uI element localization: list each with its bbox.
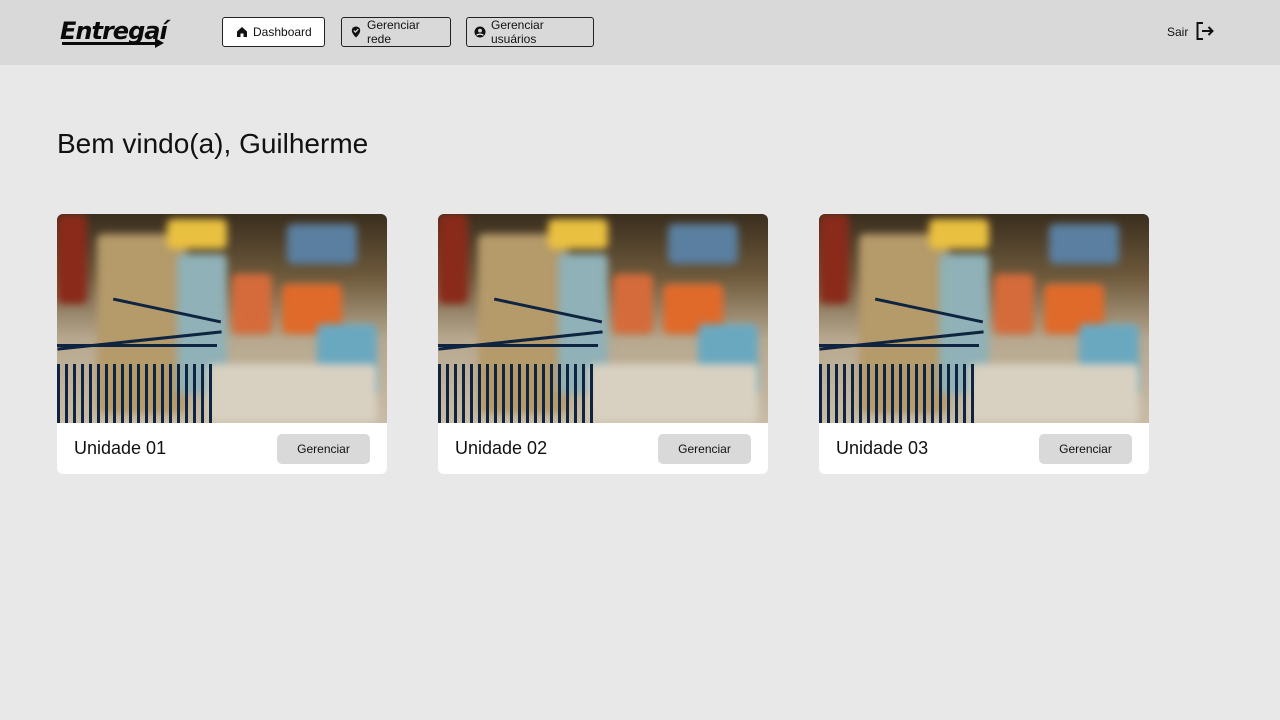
unit-card-image [57,214,387,423]
unit-card-image [819,214,1149,423]
manage-unit-button[interactable]: Gerenciar [277,434,370,464]
unit-card-footer: Unidade 02 Gerenciar [438,423,768,474]
manage-unit-button[interactable]: Gerenciar [1039,434,1132,464]
logout-icon [1195,21,1215,44]
home-icon [236,26,248,38]
logo-arrow-icon [155,38,164,48]
top-navigation-bar: Entregaí Dashboard Gerenciar rede Gerenc… [0,0,1280,65]
nav-manage-network-label: Gerenciar rede [367,18,420,46]
nav-dashboard-button[interactable]: Dashboard [222,17,325,47]
nav-manage-network-button[interactable]: Gerenciar rede [341,17,451,47]
logo-underline [62,42,156,45]
nav-manage-users-button[interactable]: Gerenciar usuários [466,17,594,47]
logout-button[interactable]: Sair [1167,20,1215,44]
unit-card: Unidade 02 Gerenciar [438,214,768,474]
manage-unit-button[interactable]: Gerenciar [658,434,751,464]
logo[interactable]: Entregaí [60,16,168,48]
logout-label: Sair [1167,25,1189,39]
unit-card-title: Unidade 01 [74,438,167,458]
unit-card-image [438,214,768,423]
unit-card-footer: Unidade 03 Gerenciar [819,423,1149,474]
map-pin-check-icon [350,26,362,38]
nav-dashboard-label: Dashboard [253,25,312,39]
unit-card-title: Unidade 02 [455,438,548,458]
page-title: Bem vindo(a), Guilherme [57,128,369,159]
user-circle-icon [474,26,486,38]
nav-manage-users-label: Gerenciar usuários [491,18,544,46]
unit-card-title: Unidade 03 [836,438,929,458]
unit-card-footer: Unidade 01 Gerenciar [57,423,387,474]
unit-card: Unidade 03 Gerenciar [819,214,1149,474]
unit-card: Unidade 01 Gerenciar [57,214,387,474]
